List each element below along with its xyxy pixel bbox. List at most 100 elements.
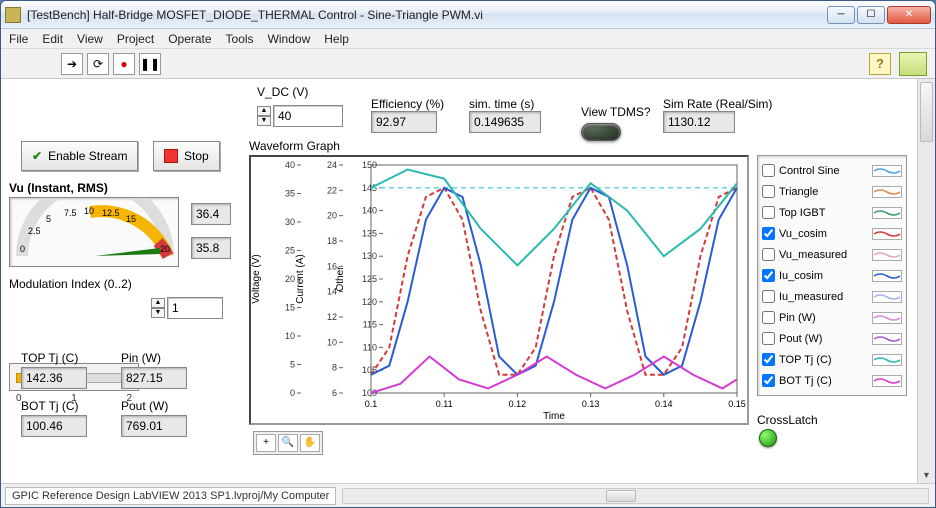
svg-text:10: 10 [327,337,337,347]
legend-checkbox[interactable] [762,248,775,261]
svg-text:18: 18 [327,236,337,246]
menu-file[interactable]: File [9,32,28,46]
project-path: GPIC Reference Design LabVIEW 2013 SP1.l… [5,487,336,505]
simtime-label: sim. time (s) [469,97,541,111]
legend-checkbox[interactable] [762,164,775,177]
scroll-down-arrow[interactable]: ▼ [918,467,935,483]
toolbar: ➔ ⟳ ● ❚❚ ? [1,49,935,79]
stop-label: Stop [184,149,209,163]
svg-text:100: 100 [362,388,377,398]
legend-swatch [872,186,902,198]
legend-checkbox[interactable] [762,290,775,303]
context-help-button[interactable]: ? [869,53,891,75]
legend-checkbox[interactable] [762,227,775,240]
legend-row[interactable]: Control Sine [762,160,902,181]
legend-label: Iu_cosim [779,270,868,282]
vertical-scrollbar[interactable]: ▼ [917,79,935,483]
mod-spin-down[interactable]: ▼ [151,308,165,318]
bot-tj-label: BOT Tj (C) [21,399,79,413]
abort-button[interactable]: ● [113,53,135,75]
svg-text:8: 8 [332,363,337,373]
mod-input[interactable] [167,297,223,319]
enable-label: Enable Stream [48,149,127,163]
svg-text:35: 35 [285,189,295,199]
legend-checkbox[interactable] [762,269,775,282]
svg-text:10: 10 [285,331,295,341]
legend-swatch [872,228,902,240]
viewtdms-label: View TDMS? [581,105,651,119]
legend-row[interactable]: Top IGBT [762,202,902,223]
legend-row[interactable]: Vu_measured [762,244,902,265]
mod-spin-up[interactable]: ▲ [151,298,165,308]
graph-pan-tool[interactable]: ✋ [300,434,320,452]
legend-checkbox[interactable] [762,206,775,219]
svg-text:20: 20 [285,274,295,284]
legend-checkbox[interactable] [762,374,775,387]
legend-checkbox[interactable] [762,185,775,198]
gauge-reading-1: 36.4 [191,203,231,225]
legend-row[interactable]: Iu_measured [762,286,902,307]
legend-checkbox[interactable] [762,311,775,324]
maximize-button[interactable]: ☐ [857,6,885,24]
legend-swatch [872,291,902,303]
close-button[interactable]: ✕ [887,6,931,24]
menu-tools[interactable]: Tools [226,32,254,46]
vi-icon[interactable] [899,52,927,76]
legend-row[interactable]: Pout (W) [762,328,902,349]
vdc-spin-down[interactable]: ▼ [257,116,271,126]
top-tj-label: TOP Tj (C) [21,351,78,365]
svg-text:22: 22 [327,185,337,195]
graph-zoom-tool[interactable]: 🔍 [278,434,298,452]
menu-window[interactable]: Window [268,32,311,46]
menu-help[interactable]: Help [324,32,349,46]
titlebar[interactable]: [TestBench] Half-Bridge MOSFET_DIODE_THE… [1,1,935,29]
legend-row[interactable]: Pin (W) [762,307,902,328]
vdc-spin-up[interactable]: ▲ [257,106,271,116]
legend-row[interactable]: TOP Tj (C) [762,349,902,370]
legend-checkbox[interactable] [762,332,775,345]
enable-stream-button[interactable]: ✔ Enable Stream [21,141,138,171]
graph-cursor-tool[interactable]: + [256,434,276,452]
svg-text:2.5: 2.5 [28,226,41,236]
svg-text:10: 10 [84,206,94,216]
svg-text:150: 150 [362,160,377,170]
legend-swatch [872,354,902,366]
legend-row[interactable]: BOT Tj (C) [762,370,902,391]
graph-title: Waveform Graph [249,139,340,153]
legend-row[interactable]: Vu_cosim [762,223,902,244]
svg-text:20: 20 [160,244,170,254]
legend-swatch [872,207,902,219]
waveform-graph[interactable]: 0510152025303540681012141618202224100105… [249,155,749,425]
menu-operate[interactable]: Operate [168,32,211,46]
horizontal-scrollbar[interactable] [342,488,929,504]
app-icon [5,7,21,23]
legend-swatch [872,165,902,177]
svg-text:Other: Other [335,266,346,292]
stop-icon [164,149,178,163]
menu-edit[interactable]: Edit [42,32,63,46]
check-icon: ✔ [32,149,42,163]
minimize-button[interactable]: ─ [827,6,855,24]
legend-row[interactable]: Triangle [762,181,902,202]
simtime-value: 0.149635 [469,111,541,133]
menu-view[interactable]: View [77,32,103,46]
svg-text:5: 5 [46,214,51,224]
pout-label: Pout (W) [121,399,168,413]
svg-text:115: 115 [363,320,377,330]
legend-label: Control Sine [779,165,868,177]
vdc-input[interactable] [273,105,343,127]
legend-checkbox[interactable] [762,353,775,366]
run-continuous-button[interactable]: ⟳ [87,53,109,75]
menu-project[interactable]: Project [117,32,154,46]
run-button[interactable]: ➔ [61,53,83,75]
viewtdms-led[interactable] [581,123,621,141]
legend-label: BOT Tj (C) [779,375,868,387]
stop-button[interactable]: Stop [153,141,220,171]
pause-button[interactable]: ❚❚ [139,53,161,75]
legend-row[interactable]: Iu_cosim [762,265,902,286]
svg-text:110: 110 [363,342,377,352]
svg-text:40: 40 [285,160,295,170]
svg-text:30: 30 [285,217,295,227]
legend-label: TOP Tj (C) [779,354,868,366]
scroll-thumb[interactable] [920,82,933,142]
